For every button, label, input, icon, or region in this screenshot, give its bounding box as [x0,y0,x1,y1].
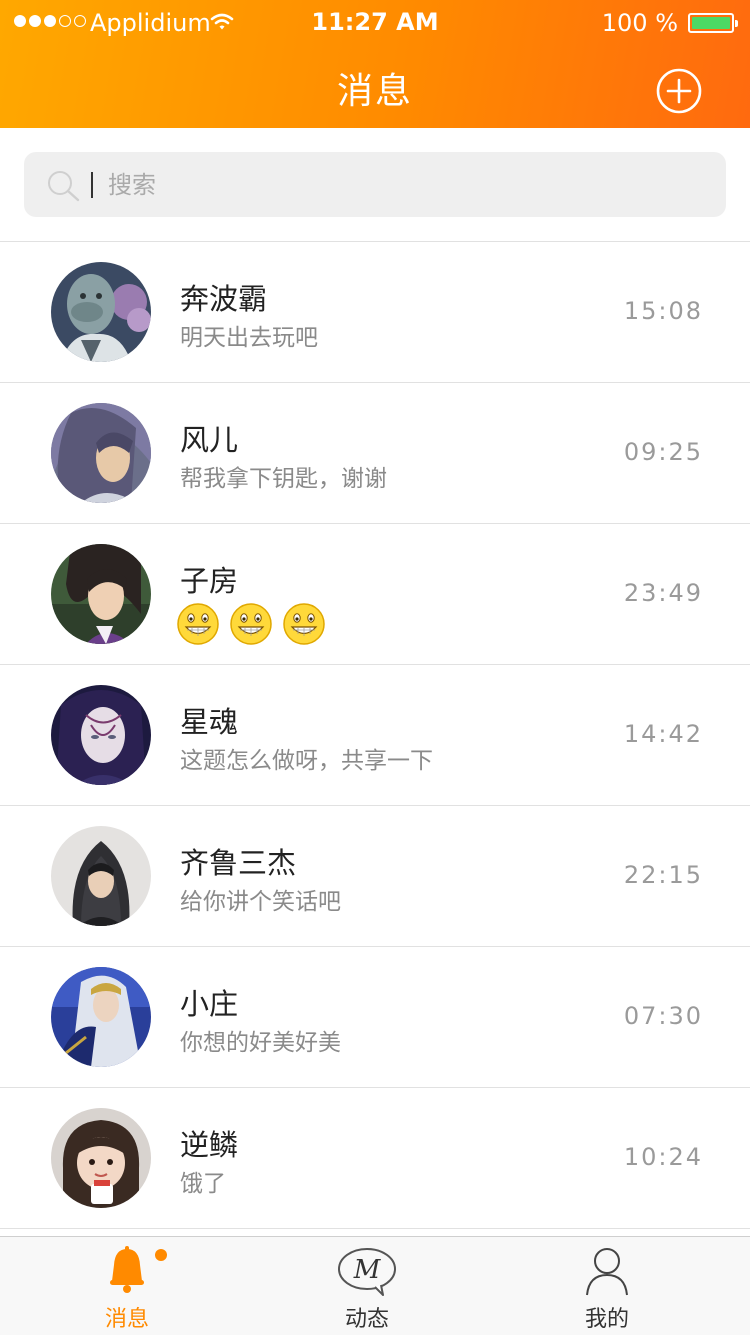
chat-name: 奔波霸 [180,282,268,316]
chat-time: 15:08 [623,297,703,325]
grin-emoji-icon [177,603,219,645]
chat-time: 09:25 [623,438,703,466]
chat-name: 齐鲁三杰 [180,846,297,880]
chat-time: 07:30 [623,1002,703,1030]
emoji-preview [176,602,326,646]
moments-icon: M [335,1245,399,1301]
chat-time: 23:49 [623,579,703,607]
page-title: 消息 [336,71,413,112]
chat-item[interactable]: 风儿 帮我拿下钥匙，谢谢 09:25 [0,383,750,524]
chat-name: 小庄 [180,987,239,1021]
chat-time: 14:42 [623,720,703,748]
unread-badge [155,1249,167,1261]
bell-icon [103,1245,151,1299]
grin-emoji-icon [230,603,272,645]
chat-item[interactable]: 齐鲁三杰 给你讲个笑话吧 22:15 [0,806,750,947]
add-button[interactable] [656,68,702,114]
chat-name: 风儿 [180,423,239,457]
text-cursor [91,172,93,198]
chat-preview: 你想的好美好美 [180,1030,341,1056]
chat-item[interactable]: 小庄 你想的好美好美 07:30 [0,947,750,1088]
chat-preview: 帮我拿下钥匙，谢谢 [180,466,387,492]
avatar [51,262,151,362]
chat-name: 星魂 [180,705,239,739]
status-bar: Applidium 11:27 AM 100 % [0,0,750,46]
chat-time: 10:24 [623,1143,703,1171]
chat-name: 逆鳞 [180,1128,239,1162]
plus-circle-icon [656,68,702,114]
search-input[interactable] [106,162,690,208]
tab-moments[interactable]: M 动态 [292,1237,442,1335]
tab-bar: 消息 M 动态 我的 [0,1236,750,1335]
chat-preview: 给你讲个笑话吧 [180,889,341,915]
battery-percent: 100 % [601,9,678,37]
tab-label: 我的 [584,1307,629,1332]
chat-item[interactable]: 奔波霸 明天出去玩吧 15:08 [0,242,750,383]
svg-text:M: M [353,1255,382,1285]
grin-emoji-icon [283,603,325,645]
tab-messages[interactable]: 消息 [52,1237,202,1335]
chat-preview: 这题怎么做呀，共享一下 [180,748,433,774]
avatar [51,544,151,644]
avatar [51,403,151,503]
chat-preview: 饿了 [180,1171,226,1197]
avatar [51,967,151,1067]
battery-icon [688,13,738,33]
chat-item[interactable]: 星魂 这题怎么做呀，共享一下 14:42 [0,665,750,806]
avatar [51,826,151,926]
person-icon [583,1245,631,1301]
chat-preview: 明天出去玩吧 [180,325,318,351]
avatar [51,1108,151,1208]
chat-list: 奔波霸 明天出去玩吧 15:08 风儿 帮我拿下钥匙，谢谢 09:25 子房 2… [0,242,750,1229]
chat-item[interactable]: 子房 23:49 [0,524,750,665]
search-box[interactable] [24,152,726,217]
search-icon [46,169,82,207]
chat-time: 22:15 [623,861,703,889]
tab-label: 动态 [344,1307,389,1332]
tab-profile[interactable]: 我的 [532,1237,682,1335]
chat-name: 子房 [180,564,239,598]
tab-label: 消息 [104,1307,149,1332]
chat-item[interactable]: 逆鳞 饿了 10:24 [0,1088,750,1229]
header: Applidium 11:27 AM 100 % 消息 [0,0,750,128]
avatar [51,685,151,785]
search-bar [0,128,750,242]
